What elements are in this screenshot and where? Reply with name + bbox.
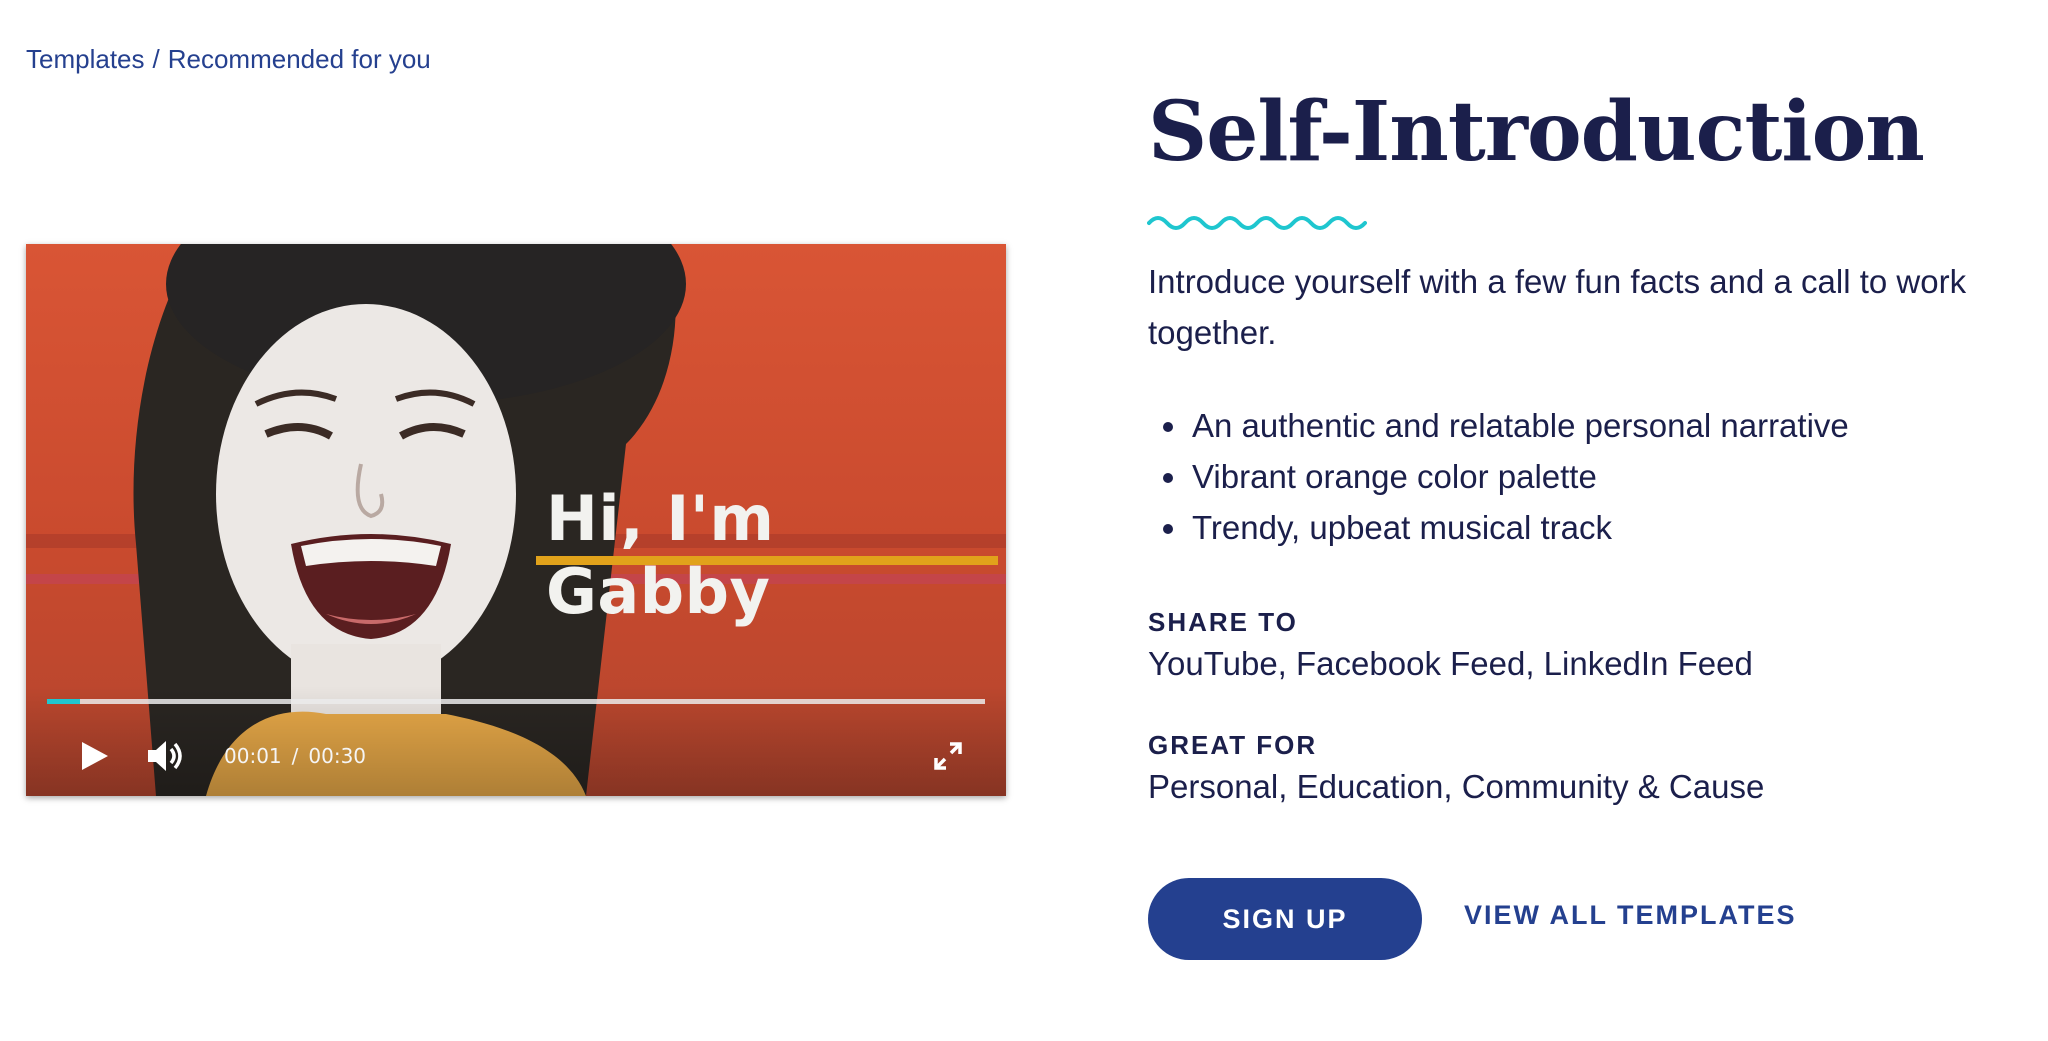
video-progress-bar[interactable]: [47, 699, 985, 704]
share-to-value: YouTube, Facebook Feed, LinkedIn Feed: [1148, 645, 1753, 682]
feature-list: An authentic and relatable personal narr…: [1148, 400, 1849, 553]
video-player[interactable]: Hi, I'm Gabby 00:01 / 00:30: [26, 244, 1006, 796]
template-title: Self-Introduction: [1148, 84, 1925, 180]
wave-divider: [1147, 216, 1367, 230]
breadcrumb-separator: /: [152, 44, 160, 74]
video-overlay-text: Hi, I'm Gabby: [546, 482, 775, 628]
breadcrumb: Templates / Recommended for you: [26, 44, 431, 75]
volume-button[interactable]: [144, 736, 188, 776]
feature-item: Vibrant orange color palette: [1190, 451, 1849, 502]
breadcrumb-current-link[interactable]: Recommended for you: [168, 44, 431, 74]
view-all-templates-link[interactable]: VIEW ALL TEMPLATES: [1464, 900, 1797, 931]
feature-item: An authentic and relatable personal narr…: [1190, 400, 1849, 451]
breadcrumb-templates-link[interactable]: Templates: [26, 44, 145, 74]
sign-up-button[interactable]: SIGN UP: [1148, 878, 1422, 960]
template-description: Introduce yourself with a few fun facts …: [1148, 263, 1967, 351]
great-for-label: GREAT FOR: [1148, 730, 1318, 760]
current-time: 00:01: [224, 744, 282, 768]
fullscreen-button[interactable]: [930, 738, 966, 774]
feature-item: Trendy, upbeat musical track: [1190, 502, 1849, 553]
share-to-label: SHARE TO: [1148, 607, 1298, 637]
play-button[interactable]: [74, 736, 114, 776]
fullscreen-icon: [934, 742, 962, 770]
video-overlay-underline: [536, 556, 998, 565]
play-icon: [82, 742, 108, 770]
video-time-display: 00:01 / 00:30: [224, 744, 366, 768]
volume-icon: [148, 741, 182, 771]
video-progress-fill: [47, 699, 80, 704]
time-separator: /: [291, 744, 299, 768]
great-for-value: Personal, Education, Community & Cause: [1148, 768, 1765, 805]
duration: 00:30: [308, 744, 367, 768]
